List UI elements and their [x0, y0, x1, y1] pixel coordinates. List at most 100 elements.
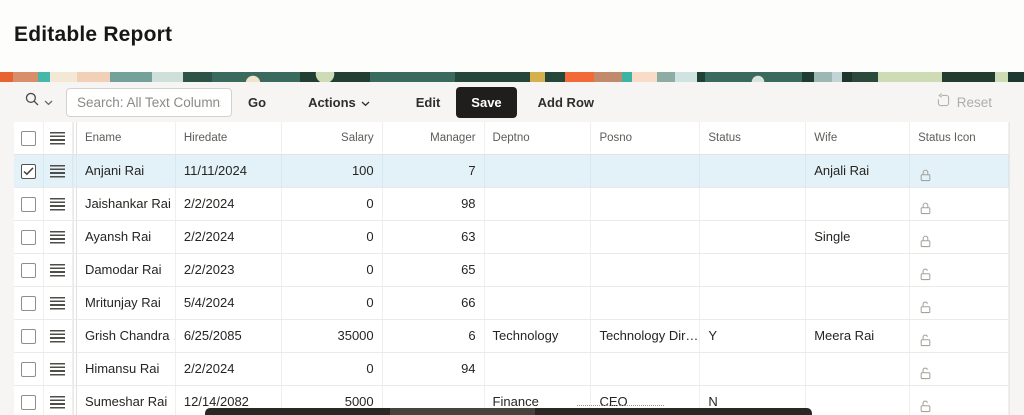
- cell-salary[interactable]: 0: [282, 287, 383, 319]
- cell-status_icon[interactable]: [910, 287, 1009, 319]
- cell-hiredate[interactable]: 2/2/2023: [176, 254, 282, 286]
- cell-deptno[interactable]: [485, 221, 592, 253]
- cell-salary[interactable]: 0: [282, 188, 383, 220]
- save-button[interactable]: Save: [456, 87, 516, 118]
- search-input[interactable]: [66, 88, 232, 117]
- cell-deptno[interactable]: Technology: [485, 320, 592, 352]
- cell-deptno[interactable]: [485, 155, 592, 187]
- cell-posno[interactable]: [591, 155, 700, 187]
- cell-wife[interactable]: [806, 353, 910, 385]
- select-all-checkbox[interactable]: [21, 131, 36, 146]
- cell-deptno[interactable]: [485, 353, 592, 385]
- cell-wife[interactable]: [806, 188, 910, 220]
- cell-posno[interactable]: [591, 254, 700, 286]
- row-menu-icon[interactable]: [50, 264, 65, 277]
- cell-posno[interactable]: [591, 221, 700, 253]
- column-header-hiredate[interactable]: Hiredate: [176, 122, 282, 154]
- cell-wife[interactable]: [806, 386, 910, 415]
- row-menu-icon[interactable]: [50, 396, 65, 409]
- column-header-wife[interactable]: Wife: [806, 122, 910, 154]
- cell-status[interactable]: [700, 221, 806, 253]
- column-header-ename[interactable]: Ename: [77, 122, 176, 154]
- row-menu-icon[interactable]: [50, 132, 65, 145]
- cell-wife[interactable]: [806, 287, 910, 319]
- cell-posno[interactable]: [591, 353, 700, 385]
- row-menu-icon[interactable]: [50, 363, 65, 376]
- cell-status_icon[interactable]: [910, 254, 1009, 286]
- cell-ename[interactable]: Damodar Rai: [77, 254, 176, 286]
- cell-hiredate[interactable]: 2/2/2024: [176, 221, 282, 253]
- column-header-salary[interactable]: Salary: [282, 122, 383, 154]
- cell-manager[interactable]: 63: [383, 221, 485, 253]
- developer-toolbar[interactable]: [205, 408, 812, 415]
- row-checkbox[interactable]: [21, 164, 36, 179]
- cell-status_icon[interactable]: [910, 155, 1009, 187]
- column-header-status[interactable]: Status: [700, 122, 806, 154]
- column-header-deptno[interactable]: Deptno: [485, 122, 592, 154]
- cell-salary[interactable]: 100: [282, 155, 383, 187]
- row-checkbox[interactable]: [21, 329, 36, 344]
- edit-button[interactable]: Edit: [408, 88, 449, 117]
- cell-status_icon[interactable]: [910, 320, 1009, 352]
- cell-wife[interactable]: Anjali Rai: [806, 155, 910, 187]
- cell-ename[interactable]: Mritunjay Rai: [77, 287, 176, 319]
- cell-salary[interactable]: 35000: [282, 320, 383, 352]
- cell-posno[interactable]: [591, 188, 700, 220]
- cell-status[interactable]: Y: [700, 320, 806, 352]
- column-header-manager[interactable]: Manager: [383, 122, 485, 154]
- cell-wife[interactable]: [806, 254, 910, 286]
- row-checkbox[interactable]: [21, 230, 36, 245]
- row-menu-icon[interactable]: [50, 165, 65, 178]
- row-menu-icon[interactable]: [50, 297, 65, 310]
- cell-salary[interactable]: 0: [282, 254, 383, 286]
- cell-status_icon[interactable]: [910, 221, 1009, 253]
- cell-status_icon[interactable]: [910, 353, 1009, 385]
- row-menu-icon[interactable]: [50, 330, 65, 343]
- row-checkbox[interactable]: [21, 395, 36, 410]
- cell-hiredate[interactable]: 5/4/2024: [176, 287, 282, 319]
- cell-status[interactable]: [700, 353, 806, 385]
- cell-status_icon[interactable]: [910, 386, 1009, 415]
- cell-ename[interactable]: Ayansh Rai: [77, 221, 176, 253]
- row-checkbox[interactable]: [21, 197, 36, 212]
- cell-ename[interactable]: Sumeshar Rai: [77, 386, 176, 415]
- cell-status[interactable]: [700, 254, 806, 286]
- row-checkbox[interactable]: [21, 362, 36, 377]
- cell-posno[interactable]: Technology Dir…: [591, 320, 700, 352]
- developer-toolbar-segment[interactable]: [390, 408, 535, 415]
- cell-salary[interactable]: 0: [282, 221, 383, 253]
- cell-ename[interactable]: Anjani Rai: [77, 155, 176, 187]
- cell-salary[interactable]: 0: [282, 353, 383, 385]
- cell-hiredate[interactable]: 2/2/2024: [176, 188, 282, 220]
- cell-status[interactable]: [700, 155, 806, 187]
- search-options-button[interactable]: [24, 91, 53, 113]
- cell-status[interactable]: [700, 188, 806, 220]
- cell-manager[interactable]: 98: [383, 188, 485, 220]
- add-row-button[interactable]: Add Row: [530, 88, 602, 117]
- column-header-posno[interactable]: Posno: [591, 122, 700, 154]
- cell-hiredate[interactable]: 2/2/2024: [176, 353, 282, 385]
- cell-wife[interactable]: Meera Rai: [806, 320, 910, 352]
- row-checkbox[interactable]: [21, 296, 36, 311]
- cell-hiredate[interactable]: 11/11/2024: [176, 155, 282, 187]
- cell-deptno[interactable]: [485, 287, 592, 319]
- cell-manager[interactable]: 66: [383, 287, 485, 319]
- cell-ename[interactable]: Grish Chandra …: [77, 320, 176, 352]
- row-menu-icon[interactable]: [50, 198, 65, 211]
- cell-manager[interactable]: 7: [383, 155, 485, 187]
- cell-ename[interactable]: Jaishankar Rai: [77, 188, 176, 220]
- cell-ename[interactable]: Himansu Rai: [77, 353, 176, 385]
- cell-deptno[interactable]: [485, 188, 592, 220]
- cell-manager[interactable]: 65: [383, 254, 485, 286]
- cell-hiredate[interactable]: 6/25/2085: [176, 320, 282, 352]
- go-button[interactable]: Go: [240, 88, 274, 117]
- actions-menu-button[interactable]: Actions: [300, 88, 378, 117]
- column-header-status_icon[interactable]: Status Icon: [910, 122, 1009, 154]
- cell-wife[interactable]: Single: [806, 221, 910, 253]
- row-checkbox[interactable]: [21, 263, 36, 278]
- row-menu-icon[interactable]: [50, 231, 65, 244]
- cell-manager[interactable]: 94: [383, 353, 485, 385]
- cell-status[interactable]: [700, 287, 806, 319]
- cell-status_icon[interactable]: [910, 188, 1009, 220]
- cell-manager[interactable]: 6: [383, 320, 485, 352]
